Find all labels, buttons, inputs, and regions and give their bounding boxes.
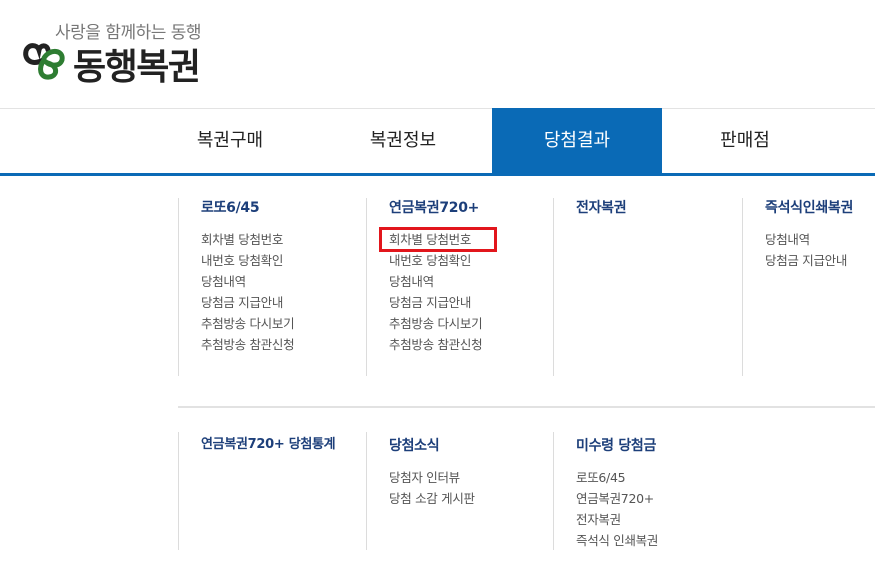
menu-col-pension-stats: 연금복권720+ 당첨통계 <box>178 432 367 550</box>
nav-item-stores[interactable]: 판매점 <box>660 108 830 173</box>
menu-link[interactable]: 내번호 당첨확인 <box>389 250 554 271</box>
menu-link[interactable]: 당첨내역 <box>765 229 875 250</box>
menu-link[interactable]: 즉석식 인쇄복권 <box>576 530 743 551</box>
nav-item-purchase[interactable]: 복권구매 <box>145 108 315 173</box>
site-logo[interactable]: 사랑을 함께하는 동행 동행복권 <box>22 14 242 94</box>
menu-title-lotto645[interactable]: 로또6/45 <box>201 198 367 218</box>
highlight-box[interactable]: 회차별 당첨번호 <box>378 227 498 252</box>
menu-link[interactable]: 내번호 당첨확인 <box>201 250 367 271</box>
nav-item-results[interactable]: 당첨결과 <box>492 108 662 173</box>
nav-item-info[interactable]: 복권정보 <box>318 108 488 173</box>
menu-list-lotto645: 회차별 당첨번호 내번호 당첨확인 당첨내역 당첨금 지급안내 추첨방송 다시보… <box>201 229 367 355</box>
menu-col-unclaimed: 미수령 당첨금 로또6/45 연금복권720+ 전자복권 즉석식 인쇄복권 <box>553 432 743 550</box>
menu-link[interactable]: 추첨방송 참관신청 <box>201 334 367 355</box>
menu-link[interactable]: 추첨방송 다시보기 <box>201 313 367 334</box>
menu-row-divider <box>178 406 875 408</box>
menu-link[interactable]: 회차별 당첨번호 <box>201 229 367 250</box>
menu-title-unclaimed[interactable]: 미수령 당첨금 <box>576 436 743 456</box>
menu-link-highlighted[interactable]: 회차별 당첨번호 <box>378 227 554 252</box>
menu-link[interactable]: 당첨금 지급안내 <box>765 250 875 271</box>
menu-col-electronic: 전자복권 <box>553 198 743 376</box>
menu-col-winner-news: 당첨소식 당첨자 인터뷰 당첨 소감 게시판 <box>366 432 554 550</box>
menu-list-instant: 당첨내역 당첨금 지급안내 <box>765 229 875 271</box>
menu-link[interactable]: 로또6/45 <box>576 467 743 488</box>
clover-logo-icon <box>23 43 65 80</box>
main-nav: 복권구매 복권정보 당첨결과 판매점 <box>0 108 875 173</box>
menu-col-pension720: 연금복권720+ 회차별 당첨번호 내번호 당첨확인 당첨내역 당첨금 지급안내… <box>366 198 554 376</box>
nav-active-underline <box>0 173 875 176</box>
menu-link[interactable]: 연금복권720+ <box>576 488 743 509</box>
menu-link[interactable]: 전자복권 <box>576 509 743 530</box>
menu-title-pension-stats[interactable]: 연금복권720+ 당첨통계 <box>201 435 367 455</box>
menu-list-pension720: 회차별 당첨번호 내번호 당첨확인 당첨내역 당첨금 지급안내 추첨방송 다시보… <box>378 227 554 355</box>
menu-title-instant[interactable]: 즉석식인쇄복권 <box>765 198 875 218</box>
menu-list-winner-news: 당첨자 인터뷰 당첨 소감 게시판 <box>389 467 554 509</box>
menu-col-lotto645: 로또6/45 회차별 당첨번호 내번호 당첨확인 당첨내역 당첨금 지급안내 추… <box>178 198 367 376</box>
menu-list-unclaimed: 로또6/45 연금복권720+ 전자복권 즉석식 인쇄복권 <box>576 467 743 551</box>
menu-link[interactable]: 추첨방송 다시보기 <box>389 313 554 334</box>
menu-title-winner-news[interactable]: 당첨소식 <box>389 436 554 456</box>
menu-link[interactable]: 당첨내역 <box>389 271 554 292</box>
menu-link[interactable]: 추첨방송 참관신청 <box>389 334 554 355</box>
menu-title-electronic[interactable]: 전자복권 <box>576 198 743 218</box>
menu-link[interactable]: 당첨금 지급안내 <box>389 292 554 313</box>
logo-wordmark: 동행복권 <box>73 47 201 88</box>
menu-title-pension720[interactable]: 연금복권720+ <box>389 198 554 218</box>
menu-col-instant: 즉석식인쇄복권 당첨내역 당첨금 지급안내 <box>742 198 875 376</box>
menu-link[interactable]: 당첨내역 <box>201 271 367 292</box>
menu-link[interactable]: 당첨자 인터뷰 <box>389 467 554 488</box>
menu-link[interactable]: 당첨 소감 게시판 <box>389 488 554 509</box>
menu-link[interactable]: 당첨금 지급안내 <box>201 292 367 313</box>
